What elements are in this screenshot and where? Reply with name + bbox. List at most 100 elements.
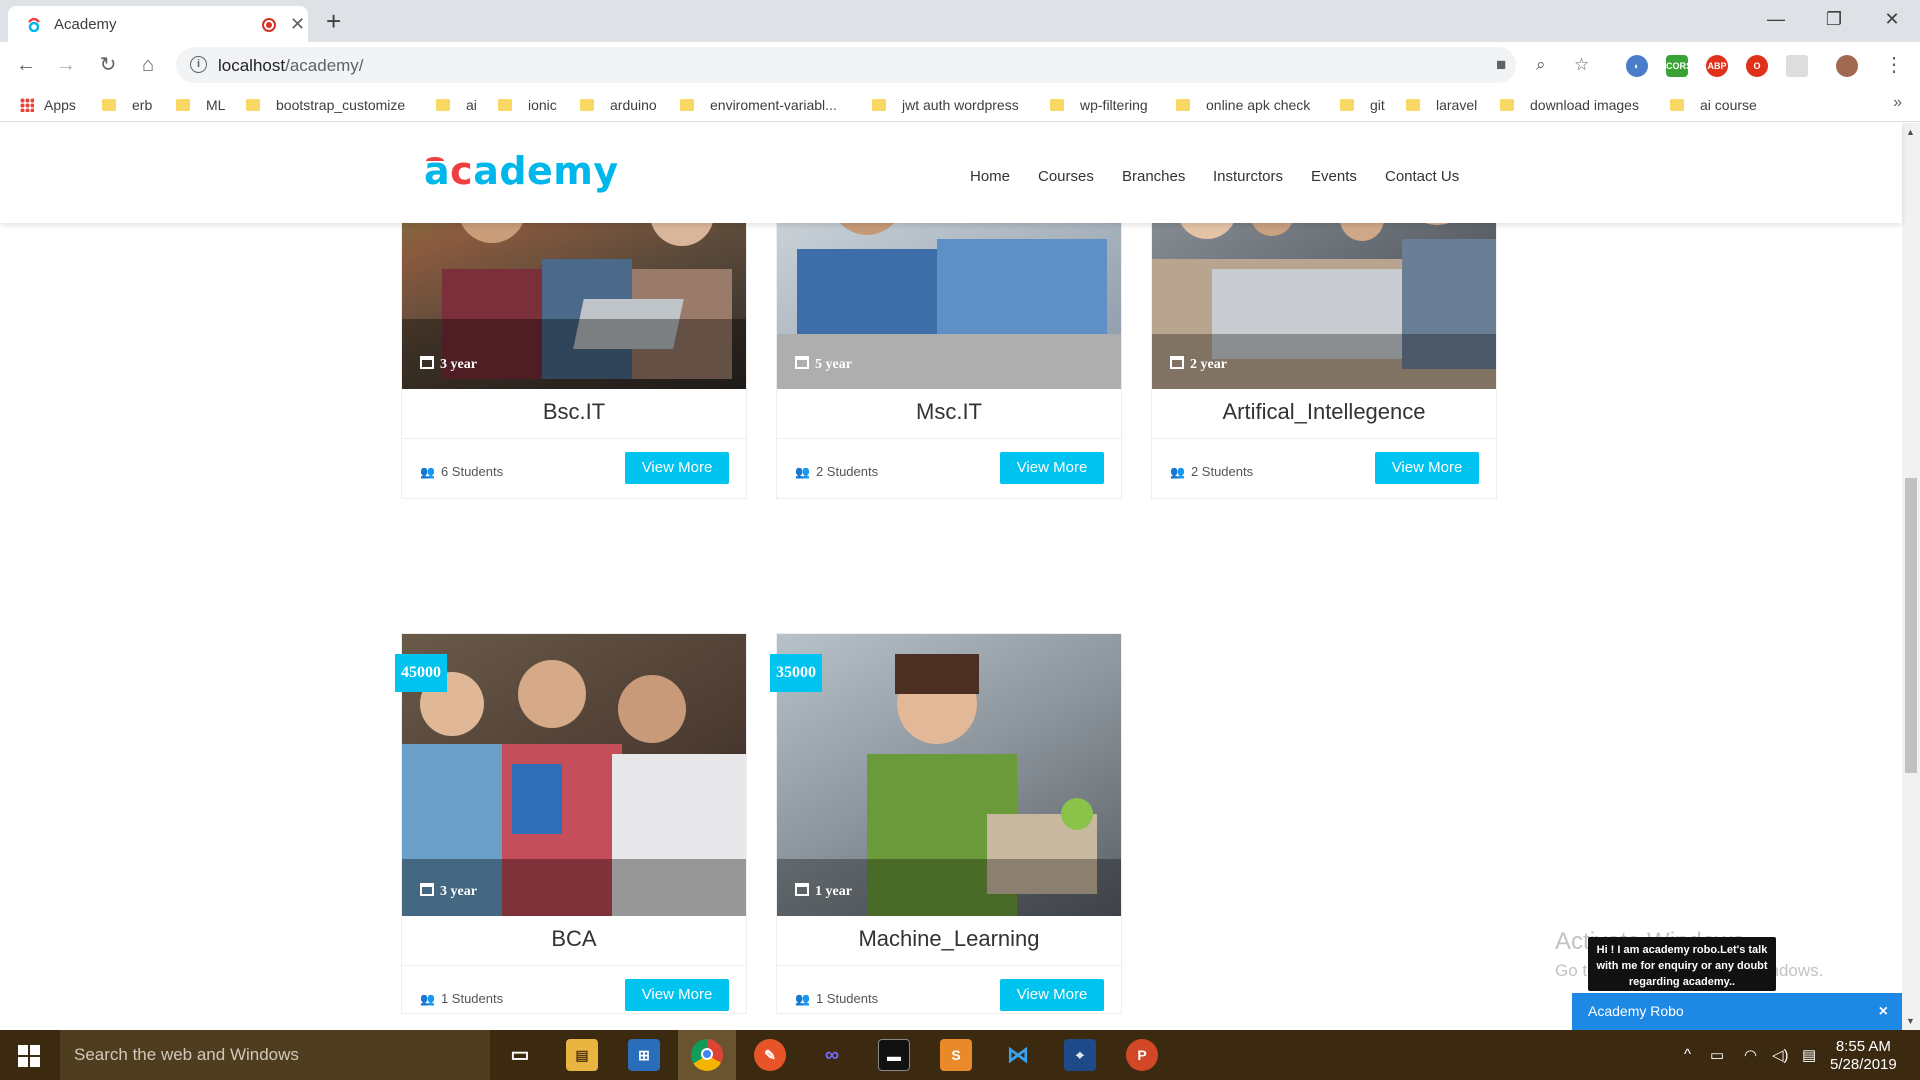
bookmark-folder[interactable]: download images [1500,95,1639,115]
folder-icon [498,99,512,111]
bookmark-folder[interactable]: enviroment-variabl... [680,95,837,115]
bookmark-folder[interactable]: git [1340,95,1385,115]
tray-chevron-icon[interactable]: ^ [1684,1046,1691,1063]
users-icon: 👥 [795,465,810,479]
view-more-button[interactable]: View More [1000,979,1104,1011]
site-logo[interactable]: academy [424,149,619,193]
users-icon: 👥 [420,992,435,1006]
bookmark-folder[interactable]: ionic [498,95,557,115]
calendar-icon [1170,356,1184,369]
bookmark-folder[interactable]: online apk check [1176,95,1310,115]
course-title[interactable]: Bsc.IT [402,399,746,425]
url-text[interactable]: localhost/academy/ [218,56,364,76]
restore-button[interactable]: ❐ [1814,4,1854,34]
view-more-button[interactable]: View More [625,452,729,484]
duration-label: 2 year [1170,356,1227,373]
windows-taskbar: Search the web and Windows ▭ ▤ ⊞ ✎ ∞ ▬ S… [0,1030,1920,1080]
folder-icon [1050,99,1064,111]
pen-app-icon[interactable]: ✎ [754,1039,786,1071]
bookmarks-overflow-button[interactable]: » [1893,94,1902,112]
folder-icon [1670,99,1684,111]
volume-icon[interactable]: ◁) [1772,1046,1789,1064]
vscode-icon[interactable]: ⋈ [1002,1039,1034,1071]
browser-tab[interactable]: Academy ✕ [8,6,308,42]
store-icon[interactable]: ⊞ [628,1039,660,1071]
student-photo [777,654,1121,916]
taskbar-clock[interactable]: 8:55 AM 5/28/2019 [1830,1038,1897,1074]
infinity-app-icon[interactable]: ∞ [816,1039,848,1071]
camera-icon[interactable]: ■ [1496,55,1506,75]
close-window-button[interactable]: ✕ [1872,4,1912,34]
windows-start-icon[interactable] [18,1045,40,1067]
nav-courses[interactable]: Courses [1038,168,1094,185]
terminal-icon[interactable]: ▬ [878,1039,910,1071]
bookmark-star-icon[interactable]: ☆ [1574,55,1589,75]
bookmark-folder[interactable]: arduino [580,95,657,115]
view-more-button[interactable]: View More [1375,452,1479,484]
page-scrollbar[interactable]: ▲ ▼ [1902,123,1920,1030]
address-bar[interactable]: i localhost/academy/ ■ ⌕ ☆ [176,47,1589,83]
divider [1152,438,1496,439]
chrome-icon[interactable] [691,1039,723,1071]
new-tab-button[interactable]: + [326,6,341,36]
chatbot-title: Academy Robo [1588,1003,1684,1019]
home-icon[interactable]: ⌂ [134,51,162,79]
site-info-icon[interactable]: i [190,56,207,73]
bookmark-folder[interactable]: wp-filtering [1050,95,1148,115]
battery-icon[interactable]: ▭ [1710,1046,1724,1064]
bookmark-folder[interactable]: ML [176,95,225,115]
adblock-icon[interactable]: ABP [1706,55,1728,77]
close-tab-icon[interactable]: ✕ [290,14,305,35]
opera-extension-icon[interactable]: O [1746,55,1768,77]
bookmark-folder[interactable]: bootstrap_customize [246,95,405,115]
nav-instructors[interactable]: Insturctors [1213,168,1283,185]
clock-date: 5/28/2019 [1830,1056,1897,1073]
bookmark-folder[interactable]: ai [436,95,477,115]
powerpoint-icon[interactable]: P [1126,1039,1158,1071]
folder-icon [1500,99,1514,111]
folder-icon [680,99,694,111]
scroll-up-icon[interactable]: ▲ [1906,127,1915,137]
nav-branches[interactable]: Branches [1122,168,1185,185]
course-title[interactable]: Msc.IT [777,399,1121,425]
forward-icon[interactable]: → [52,51,80,79]
scroll-thumb[interactable] [1905,478,1917,773]
apps-grid-icon [20,98,34,112]
extension-blank-icon[interactable] [1786,55,1808,77]
bookmark-apps[interactable]: Apps [20,95,76,115]
bookmark-folder[interactable]: laravel [1406,95,1477,115]
profile-avatar[interactable] [1836,55,1858,77]
chatbot-bar[interactable]: Academy Robo × [1572,993,1902,1030]
nav-contact[interactable]: Contact Us [1385,168,1459,185]
cors-extension-icon[interactable]: CORS [1666,55,1692,77]
folder-icon [580,99,594,111]
course-title[interactable]: BCA [402,926,746,952]
network-app-icon[interactable]: ⌖ [1064,1039,1096,1071]
nav-home[interactable]: Home [970,168,1010,185]
view-more-button[interactable]: View More [625,979,729,1011]
reload-icon[interactable]: ↻ [94,51,122,79]
course-title[interactable]: Machine_Learning [777,926,1121,952]
view-more-button[interactable]: View More [1000,452,1104,484]
bookmark-folder[interactable]: ai course [1670,95,1757,115]
extension-1-icon[interactable]: ◐ [1626,55,1648,77]
course-image [402,634,746,916]
zoom-icon[interactable]: ⌕ [1536,55,1546,75]
student-count: 👥 6 Students [420,464,504,479]
task-view-icon[interactable]: ▭ [504,1039,536,1071]
bookmark-folder[interactable]: jwt auth wordpress [872,95,1019,115]
sublime-icon[interactable]: S [940,1039,972,1071]
back-icon[interactable]: ← [12,51,40,79]
menu-kebab-icon[interactable]: ⋮ [1880,51,1908,79]
file-explorer-icon[interactable]: ▤ [566,1039,598,1071]
scroll-down-icon[interactable]: ▼ [1906,1016,1915,1026]
minimize-button[interactable]: — [1756,4,1796,34]
bookmark-folder[interactable]: erb [102,95,152,115]
chatbot-close-icon[interactable]: × [1879,993,1888,1030]
course-title[interactable]: Artifical_Intellegence [1152,399,1496,425]
nav-events[interactable]: Events [1311,168,1357,185]
student-count: 👥 2 Students [1170,464,1254,479]
wifi-icon[interactable]: ◠ [1744,1046,1757,1064]
folder-icon [246,99,260,111]
action-center-icon[interactable]: ▤ [1802,1046,1816,1064]
